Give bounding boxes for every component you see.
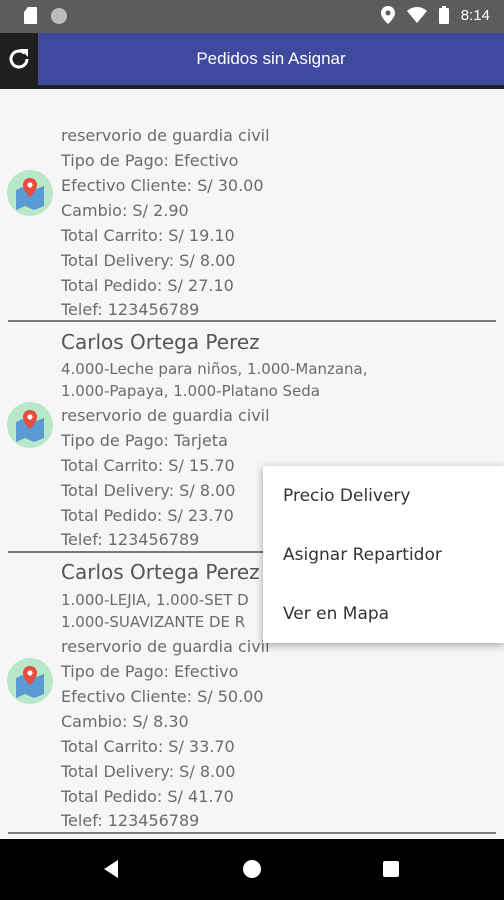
order-products-line: 4.000-Leche para niños, 1.000-Manzana, bbox=[61, 360, 368, 378]
order-cart-total: Total Carrito: S/ 19.10 bbox=[61, 226, 235, 245]
recents-icon[interactable] bbox=[383, 861, 399, 877]
app-bar: Pedidos sin Asignar bbox=[0, 33, 504, 85]
order-phone: Telef: 123456789 bbox=[61, 530, 200, 549]
order-total: Total Pedido: S/ 27.10 bbox=[61, 276, 234, 295]
status-bar: 8:14 bbox=[0, 0, 504, 33]
page-title: Pedidos sin Asignar bbox=[196, 49, 346, 68]
refresh-icon bbox=[9, 49, 29, 69]
status-time: 8:14 bbox=[460, 6, 490, 24]
order-card[interactable]: reservorio de guardia civil Tipo de Pago… bbox=[0, 89, 504, 322]
location-icon bbox=[380, 6, 395, 24]
order-phone: Telef: 123456789 bbox=[61, 811, 200, 830]
order-cart-total: Total Carrito: S/ 15.70 bbox=[61, 456, 235, 475]
order-change: Cambio: S/ 2.90 bbox=[61, 201, 189, 220]
order-products: 4.000-Leche para niños, 1.000-Manzana, 1… bbox=[61, 358, 368, 402]
order-total: Total Pedido: S/ 41.70 bbox=[61, 787, 234, 806]
order-address: reservorio de guardia civil bbox=[61, 126, 270, 145]
order-change: Cambio: S/ 8.30 bbox=[61, 712, 189, 731]
order-address: reservorio de guardia civil bbox=[61, 637, 270, 656]
order-cash-client: Efectivo Cliente: S/ 50.00 bbox=[61, 687, 264, 706]
refresh-button[interactable] bbox=[0, 33, 38, 85]
order-customer-name: Carlos Ortega Perez bbox=[61, 330, 260, 354]
back-icon[interactable] bbox=[104, 860, 118, 878]
order-cart-total: Total Carrito: S/ 33.70 bbox=[61, 737, 235, 756]
wifi-icon bbox=[406, 7, 427, 23]
menu-item-asignar-repartidor[interactable]: Asignar Repartidor bbox=[283, 545, 442, 565]
order-payment-type: Tipo de Pago: Tarjeta bbox=[61, 431, 228, 450]
order-total: Total Pedido: S/ 23.70 bbox=[61, 506, 234, 525]
map-pin-icon[interactable] bbox=[7, 402, 53, 448]
order-phone: Telef: 123456789 bbox=[61, 300, 200, 319]
order-payment-type: Tipo de Pago: Efectivo bbox=[61, 151, 239, 170]
order-products-line: 1.000-Papaya, 1.000-Platano Seda bbox=[61, 382, 320, 400]
orders-list[interactable]: reservorio de guardia civil Tipo de Pago… bbox=[0, 89, 504, 839]
order-products-line: 1.000-LEJIA, 1.000-SET D bbox=[61, 591, 249, 609]
order-delivery-total: Total Delivery: S/ 8.00 bbox=[61, 762, 236, 781]
home-icon[interactable] bbox=[243, 860, 261, 878]
order-delivery-total: Total Delivery: S/ 8.00 bbox=[61, 251, 236, 270]
order-delivery-total: Total Delivery: S/ 8.00 bbox=[61, 481, 236, 500]
menu-item-precio-delivery[interactable]: Precio Delivery bbox=[283, 486, 410, 506]
context-menu: Precio Delivery Asignar Repartidor Ver e… bbox=[263, 466, 504, 643]
battery-icon bbox=[438, 6, 449, 24]
map-pin-icon[interactable] bbox=[7, 658, 53, 704]
order-payment-type: Tipo de Pago: Efectivo bbox=[61, 662, 239, 681]
sd-card-icon bbox=[24, 7, 37, 24]
map-pin-icon[interactable] bbox=[7, 170, 53, 216]
order-products: 1.000-LEJIA, 1.000-SET D 1.000-SUAVIZANT… bbox=[61, 589, 249, 633]
order-products-line: 1.000-SUAVIZANTE DE R bbox=[61, 613, 246, 631]
circle-icon bbox=[51, 7, 67, 24]
order-address: reservorio de guardia civil bbox=[61, 406, 270, 425]
order-divider bbox=[8, 832, 496, 834]
navigation-bar bbox=[0, 839, 504, 900]
order-cash-client: Efectivo Cliente: S/ 30.00 bbox=[61, 176, 264, 195]
menu-item-ver-en-mapa[interactable]: Ver en Mapa bbox=[283, 604, 389, 624]
order-customer-name: Carlos Ortega Perez bbox=[61, 560, 260, 584]
